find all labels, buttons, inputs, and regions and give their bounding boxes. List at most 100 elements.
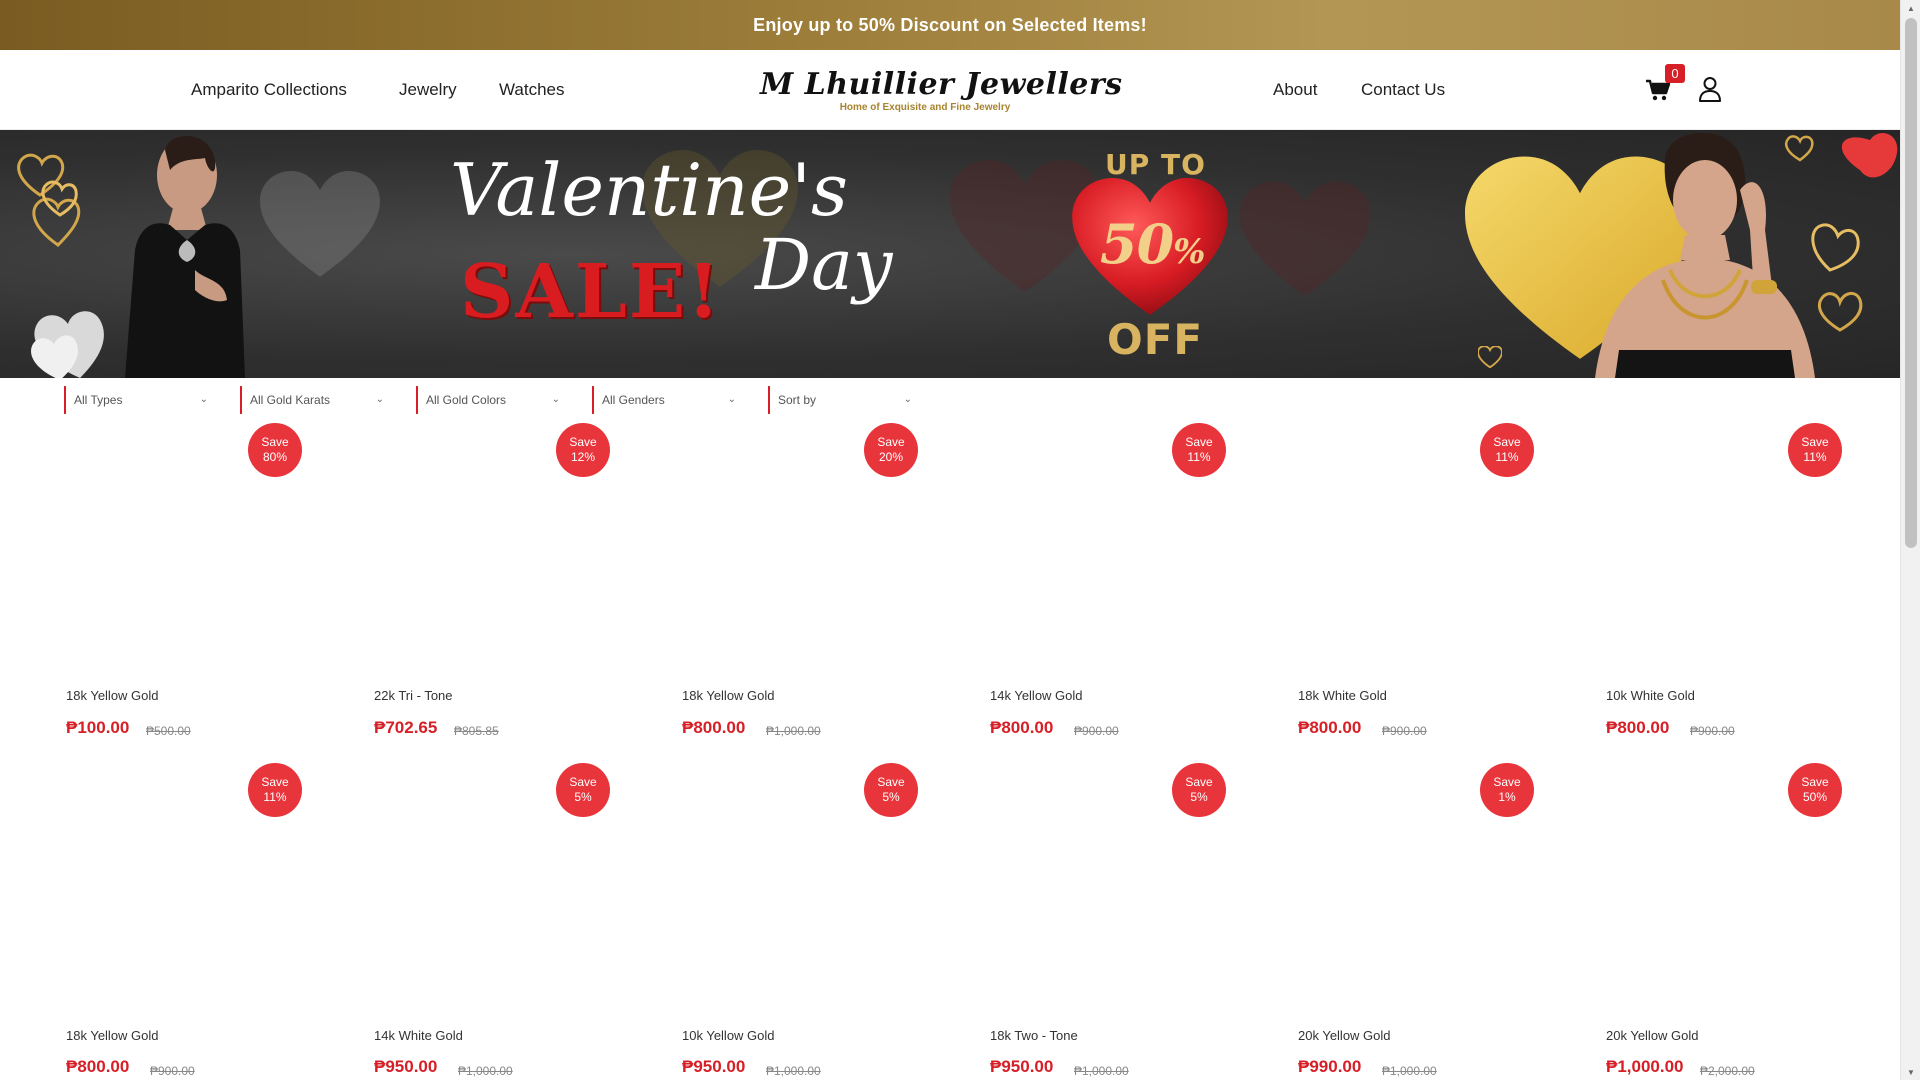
- product-card[interactable]: Save 5% 10k Yellow Gold ₱950.00 ₱1,000.00: [682, 760, 962, 1080]
- save-badge: Save 5%: [1172, 763, 1226, 817]
- save-percent: 11%: [1495, 450, 1519, 464]
- save-label: Save: [1801, 435, 1829, 449]
- save-label: Save: [877, 435, 905, 449]
- banner-day: Day: [755, 224, 893, 306]
- nav-amparito-collections[interactable]: Amparito Collections: [191, 80, 347, 100]
- product-name[interactable]: 18k Yellow Gold: [66, 1028, 159, 1043]
- save-badge: Save 11%: [1172, 423, 1226, 477]
- product-name[interactable]: 14k Yellow Gold: [990, 688, 1083, 703]
- product-name[interactable]: 18k Two - Tone: [990, 1028, 1078, 1043]
- filter-gold-colors-select[interactable]: All Gold Colors ⌄: [416, 386, 566, 414]
- product-old-price: ₱500.00: [146, 724, 191, 738]
- filter-gold-karats-label: All Gold Karats: [250, 393, 331, 407]
- filter-gold-karats-select[interactable]: All Gold Karats ⌄: [240, 386, 390, 414]
- product-card[interactable]: Save 50% 20k Yellow Gold ₱1,000.00 ₱2,000…: [1606, 760, 1886, 1080]
- site-logo[interactable]: M Lhuillier Jewellers Home of Exquisite …: [760, 68, 1122, 118]
- product-name[interactable]: 18k Yellow Gold: [66, 688, 159, 703]
- cart-count-badge: 0: [1665, 64, 1685, 83]
- product-price: ₱800.00: [66, 1057, 130, 1076]
- gold-hearts-decoration-icon: [17, 153, 81, 247]
- site-header: Amparito Collections Jewelry Watches M L…: [0, 50, 1900, 130]
- product-name[interactable]: 14k White Gold: [374, 1028, 463, 1043]
- user-account-icon[interactable]: [1698, 76, 1724, 104]
- save-badge: Save 50%: [1788, 763, 1842, 817]
- banner-title: Valentine's: [450, 148, 849, 232]
- product-name[interactable]: 20k Yellow Gold: [1298, 1028, 1391, 1043]
- nav-jewelry[interactable]: Jewelry: [399, 80, 457, 100]
- product-card[interactable]: Save 80% 18k Yellow Gold ₱100.00 ₱500.00: [66, 420, 346, 740]
- save-percent: 50%: [1802, 790, 1828, 804]
- sort-by-select[interactable]: Sort by ⌄: [768, 386, 918, 414]
- save-badge: Save 11%: [1788, 423, 1842, 477]
- save-label: Save: [1185, 775, 1213, 789]
- nav-contact-us[interactable]: Contact Us: [1361, 80, 1445, 100]
- product-name[interactable]: 10k White Gold: [1606, 688, 1695, 703]
- save-badge: Save 11%: [248, 763, 302, 817]
- nav-about[interactable]: About: [1273, 80, 1317, 100]
- chevron-down-icon: ⌄: [375, 394, 384, 405]
- save-badge: Save 11%: [1480, 423, 1534, 477]
- save-badge: Save 5%: [864, 763, 918, 817]
- product-old-price: ₱900.00: [1074, 724, 1119, 738]
- product-price: ₱702.65: [374, 718, 438, 737]
- product-card[interactable]: Save 20% 18k Yellow Gold ₱800.00 ₱1,000.0…: [682, 420, 962, 740]
- chevron-down-icon: ⌄: [727, 394, 736, 405]
- scroll-down-arrow-icon[interactable]: ▼: [1901, 1064, 1920, 1080]
- save-percent: 5%: [882, 790, 900, 804]
- product-price: ₱990.00: [1298, 1057, 1362, 1076]
- banner-percent: 50%: [1100, 212, 1205, 276]
- save-percent: 5%: [574, 790, 592, 804]
- save-percent: 80%: [262, 450, 288, 464]
- page-scrollbar[interactable]: ▲ ▼: [1900, 0, 1920, 1080]
- product-price: ₱100.00: [66, 718, 130, 737]
- product-old-price: ₱1,000.00: [1382, 1064, 1437, 1078]
- chevron-down-icon: ⌄: [199, 394, 208, 405]
- nav-watches[interactable]: Watches: [499, 80, 565, 100]
- save-percent: 12%: [570, 450, 596, 464]
- product-card[interactable]: Save 11% 10k White Gold ₱800.00 ₱900.00: [1606, 420, 1886, 740]
- product-card[interactable]: Save 11% 18k Yellow Gold ₱800.00 ₱900.00: [66, 760, 346, 1080]
- save-label: Save: [877, 775, 905, 789]
- save-percent: 11%: [263, 790, 287, 804]
- product-old-price: ₱900.00: [1690, 724, 1735, 738]
- chevron-down-icon: ⌄: [903, 394, 912, 405]
- save-label: Save: [1185, 435, 1213, 449]
- save-label: Save: [1493, 775, 1521, 789]
- filter-gold-colors-label: All Gold Colors: [426, 393, 507, 407]
- product-card[interactable]: Save 12% 22k Tri - Tone ₱702.65 ₱805.85: [374, 420, 654, 740]
- chevron-down-icon: ⌄: [551, 394, 560, 405]
- product-card[interactable]: Save 1% 20k Yellow Gold ₱990.00 ₱1,000.00: [1298, 760, 1578, 1080]
- save-badge: Save 20%: [864, 423, 918, 477]
- promo-bar: Enjoy up to 50% Discount on Selected Ite…: [0, 0, 1900, 50]
- save-percent: 11%: [1803, 450, 1827, 464]
- product-card[interactable]: Save 11% 14k Yellow Gold ₱800.00 ₱900.00: [990, 420, 1270, 740]
- save-percent: 5%: [1190, 790, 1208, 804]
- save-badge: Save 5%: [556, 763, 610, 817]
- product-card[interactable]: Save 5% 14k White Gold ₱950.00 ₱1,000.00: [374, 760, 654, 1080]
- save-badge: Save 80%: [248, 423, 302, 477]
- save-label: Save: [261, 775, 289, 789]
- product-price: ₱950.00: [990, 1057, 1054, 1076]
- save-label: Save: [1801, 775, 1829, 789]
- sort-by-label: Sort by: [778, 393, 817, 407]
- product-card[interactable]: Save 5% 18k Two - Tone ₱950.00 ₱1,000.00: [990, 760, 1270, 1080]
- save-badge: Save 12%: [556, 423, 610, 477]
- filter-types-label: All Types: [74, 393, 123, 407]
- valentines-sale-banner[interactable]: Valentine's Day SALE! UP TO 50% OFF: [0, 130, 1900, 378]
- filter-genders-label: All Genders: [602, 393, 665, 407]
- scroll-up-arrow-icon[interactable]: ▲: [1901, 0, 1920, 16]
- product-old-price: ₱900.00: [1382, 724, 1427, 738]
- product-name[interactable]: 18k Yellow Gold: [682, 688, 775, 703]
- product-name[interactable]: 20k Yellow Gold: [1606, 1028, 1699, 1043]
- product-name[interactable]: 10k Yellow Gold: [682, 1028, 775, 1043]
- product-old-price: ₱1,000.00: [766, 724, 821, 738]
- scrollbar-thumb[interactable]: [1905, 18, 1917, 548]
- model-left-image: [125, 136, 245, 378]
- product-card[interactable]: Save 11% 18k White Gold ₱800.00 ₱900.00: [1298, 420, 1578, 740]
- product-name[interactable]: 18k White Gold: [1298, 688, 1387, 703]
- promo-text: Enjoy up to 50% Discount on Selected Ite…: [753, 14, 1147, 35]
- filter-genders-select[interactable]: All Genders ⌄: [592, 386, 742, 414]
- product-old-price: ₱1,000.00: [766, 1064, 821, 1078]
- product-name[interactable]: 22k Tri - Tone: [374, 688, 453, 703]
- filter-types-select[interactable]: All Types ⌄: [64, 386, 214, 414]
